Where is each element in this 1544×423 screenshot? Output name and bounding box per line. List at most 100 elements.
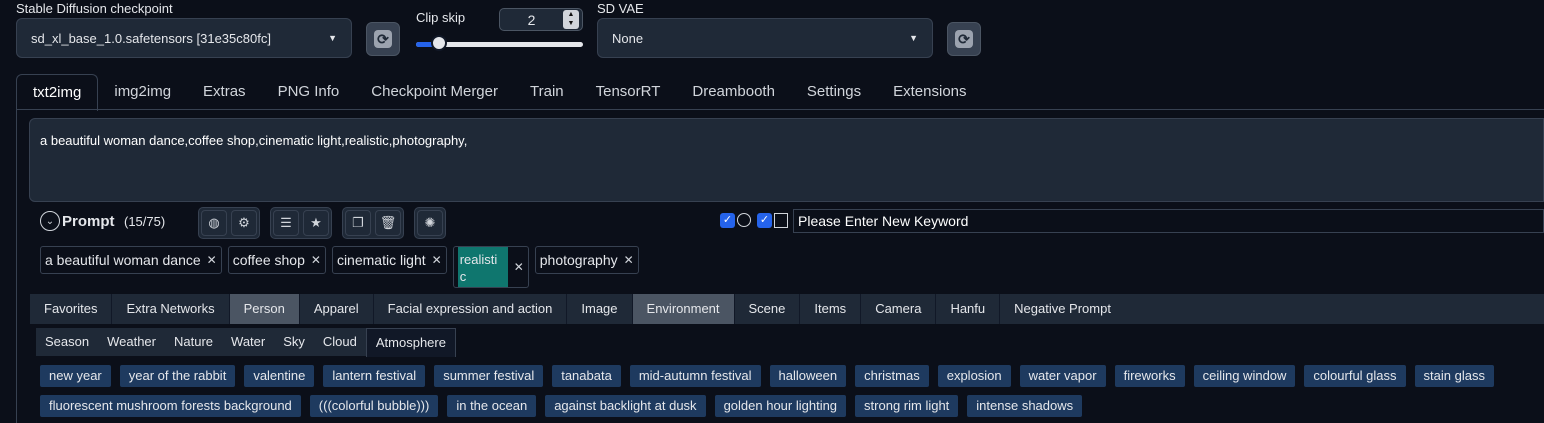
main-tabs: txt2img img2img Extras PNG Info Checkpoi… xyxy=(16,74,983,111)
tag-chip[interactable]: coffee shop ✕ xyxy=(227,246,326,274)
keyword-input[interactable]: Please Enter New Keyword xyxy=(793,209,1544,233)
clip-skip-input[interactable]: 2 ▲ ▼ xyxy=(499,8,583,31)
tab-extensions[interactable]: Extensions xyxy=(877,74,982,110)
category-items[interactable]: Items xyxy=(800,294,862,324)
keyword-button[interactable]: colourful glass xyxy=(1304,365,1406,387)
keyword-button[interactable]: golden hour lighting xyxy=(714,395,847,417)
translate-globe-icon[interactable]: ◍ xyxy=(201,210,227,236)
tab-train[interactable]: Train xyxy=(514,74,580,110)
tag-chip[interactable]: photography ✕ xyxy=(534,246,639,274)
prompt-textarea[interactable]: a beautiful woman dance,coffee shop,cine… xyxy=(29,118,1544,202)
close-icon[interactable]: ✕ xyxy=(624,253,634,267)
category-facial-expression[interactable]: Facial expression and action xyxy=(373,294,568,324)
keyword-button[interactable]: mid-autumn festival xyxy=(629,365,761,387)
clip-skip-slider[interactable] xyxy=(416,35,583,51)
tag-text: photography xyxy=(539,252,618,268)
keyword-button[interactable]: explosion xyxy=(937,365,1011,387)
tab-txt2img[interactable]: txt2img xyxy=(16,74,99,111)
vae-dropdown[interactable]: None ▼ xyxy=(597,18,933,58)
category-hanfu[interactable]: Hanfu xyxy=(936,294,1001,324)
trash-icon[interactable]: 🗑 xyxy=(375,210,401,236)
subtab-cloud[interactable]: Cloud xyxy=(313,328,366,356)
checkpoint-dropdown[interactable]: sd_xl_base_1.0.safetensors [31e35c80fc] … xyxy=(16,18,352,58)
category-negative-prompt[interactable]: Negative Prompt xyxy=(1000,294,1125,324)
tab-extras[interactable]: Extras xyxy=(187,74,262,110)
vae-refresh-button[interactable]: ⟳ xyxy=(947,22,981,56)
keyword-button[interactable]: halloween xyxy=(769,365,847,387)
clip-skip-label: Clip skip xyxy=(416,10,466,25)
keyword-button[interactable]: (((colorful bubble))) xyxy=(309,395,439,417)
prompt-title: Prompt xyxy=(62,213,115,230)
subtab-water[interactable]: Water xyxy=(222,328,275,356)
tag-chip[interactable]: a beautiful woman dance ✕ xyxy=(40,246,222,274)
keyword-button[interactable]: ceiling window xyxy=(1193,365,1296,387)
keyword-button[interactable]: fireworks xyxy=(1114,365,1185,387)
close-icon[interactable]: ✕ xyxy=(207,253,217,267)
tag-chip[interactable]: cinematic light ✕ xyxy=(331,246,447,274)
tag-chip[interactable]: realisti c ✕ xyxy=(452,246,529,288)
tag-list: a beautiful woman dance ✕ coffee shop ✕ ci… xyxy=(40,246,639,288)
ai-assistant-icon[interactable]: ✺ xyxy=(417,210,443,236)
stepper-arrows-icon[interactable]: ▲ ▼ xyxy=(563,10,579,29)
keyword-button[interactable]: tanabata xyxy=(552,365,621,387)
category-favorites[interactable]: Favorites xyxy=(30,294,113,324)
keyword-button[interactable]: stain glass xyxy=(1414,365,1494,387)
tab-img2img[interactable]: img2img xyxy=(98,74,187,110)
refresh-icon: ⟳ xyxy=(955,30,973,48)
close-icon[interactable]: ✕ xyxy=(514,260,524,274)
subcategory-tabs: Season Weather Nature Water Sky Cloud At… xyxy=(36,328,456,357)
keyword-button[interactable]: summer festival xyxy=(434,365,544,387)
vae-label: SD VAE xyxy=(597,1,644,16)
tab-checkpoint-merger[interactable]: Checkpoint Merger xyxy=(355,74,514,110)
keyword-button[interactable]: against backlight at dusk xyxy=(545,395,706,417)
close-icon[interactable]: ✕ xyxy=(311,253,321,267)
subtab-weather[interactable]: Weather xyxy=(98,328,165,356)
keyword-button[interactable]: in the ocean xyxy=(447,395,537,417)
close-icon[interactable]: ✕ xyxy=(432,253,442,267)
tab-settings[interactable]: Settings xyxy=(791,74,877,110)
chevron-down-icon: ▼ xyxy=(909,33,918,43)
copy-icon[interactable]: ❐ xyxy=(345,210,371,236)
gear-icon[interactable]: ⚙ xyxy=(231,210,257,236)
bookmark-icon[interactable]: ★ xyxy=(303,210,329,236)
refresh-icon: ⟳ xyxy=(374,30,392,48)
category-apparel[interactable]: Apparel xyxy=(299,294,374,324)
tab-tensorrt[interactable]: TensorRT xyxy=(580,74,677,110)
category-camera[interactable]: Camera xyxy=(861,294,937,324)
keyword-row-2: fluorescent mushroom forests background (… xyxy=(40,395,1091,417)
keyword-button[interactable]: valentine xyxy=(244,365,315,387)
subtab-sky[interactable]: Sky xyxy=(274,328,314,356)
tab-png-info[interactable]: PNG Info xyxy=(262,74,356,110)
category-image[interactable]: Image xyxy=(567,294,633,324)
checkbox-checked-icon[interactable]: ✓ xyxy=(757,213,772,228)
category-environment[interactable]: Environment xyxy=(632,294,735,324)
slider-thumb[interactable] xyxy=(431,35,448,51)
collapse-chevron-icon[interactable]: ⌄ xyxy=(40,211,60,231)
history-icon[interactable]: ☰ xyxy=(273,210,299,236)
keyword-button[interactable]: new year xyxy=(40,365,111,387)
clip-skip-value: 2 xyxy=(527,11,536,28)
category-extra-networks[interactable]: Extra Networks xyxy=(112,294,230,324)
category-scene[interactable]: Scene xyxy=(734,294,801,324)
keyword-button[interactable]: lantern festival xyxy=(323,365,426,387)
subtab-atmosphere[interactable]: Atmosphere xyxy=(365,328,456,357)
keyword-button[interactable]: year of the rabbit xyxy=(119,365,236,387)
panel-icon xyxy=(774,213,788,228)
keyword-button[interactable]: christmas xyxy=(855,365,929,387)
subtab-nature[interactable]: Nature xyxy=(165,328,223,356)
checkpoint-value: sd_xl_base_1.0.safetensors [31e35c80fc] xyxy=(31,30,271,46)
checkpoint-label: Stable Diffusion checkpoint xyxy=(16,1,173,16)
category-person[interactable]: Person xyxy=(229,294,300,324)
vae-value: None xyxy=(612,30,644,46)
checkbox-checked-icon[interactable]: ✓ xyxy=(720,213,735,228)
checkpoint-refresh-button[interactable]: ⟳ xyxy=(366,22,400,56)
tag-text: cinematic light xyxy=(336,252,426,268)
keyword-button[interactable]: strong rim light xyxy=(855,395,959,417)
tab-dreambooth[interactable]: Dreambooth xyxy=(676,74,791,110)
chevron-down-icon: ▼ xyxy=(328,33,337,43)
keyword-button[interactable]: intense shadows xyxy=(967,395,1083,417)
keyword-button[interactable]: fluorescent mushroom forests background xyxy=(40,395,301,417)
subtab-season[interactable]: Season xyxy=(36,328,99,356)
keyword-button[interactable]: water vapor xyxy=(1019,365,1106,387)
tag-text: a beautiful woman dance xyxy=(45,252,201,268)
